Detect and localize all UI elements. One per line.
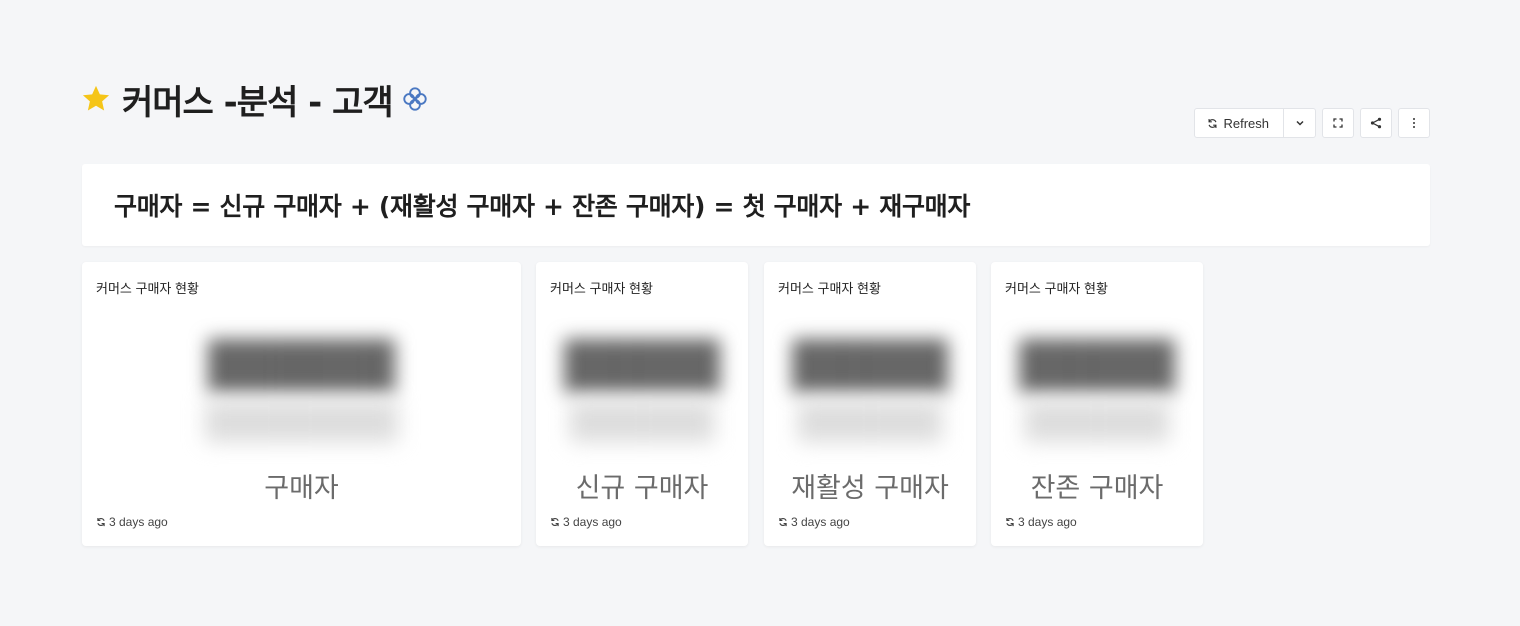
refresh-icon [97, 517, 105, 527]
card-updated: 3 days ago [96, 515, 168, 529]
favorite-star-icon[interactable] [80, 83, 112, 115]
card-title: 커머스 구매자 현황 [1005, 281, 1108, 296]
metric-card-new-buyers[interactable]: 커머스 구매자 현황 █████ ██████ 신규 구매자 3 days ag… [536, 262, 748, 546]
page-title: 커머스 -분석 - 고객 [122, 82, 394, 123]
chevron-down-icon [1295, 120, 1304, 126]
blurred-metric-subvalue: ██████ [1024, 402, 1170, 440]
refresh-button[interactable]: Refresh [1194, 108, 1284, 138]
dashboard-toolbar: Refresh [1194, 108, 1430, 138]
card-title: 커머스 구매자 현황 [96, 281, 199, 296]
formula-banner: 구매자 = 신규 구매자 + (재활성 구매자 + 잔존 구매자) = 첫 구매… [82, 164, 1430, 246]
card-label: 신규 구매자 [575, 473, 709, 504]
refresh-icon [1208, 118, 1217, 128]
blurred-metric-subvalue: ██████ [797, 402, 943, 440]
refresh-icon [551, 517, 559, 527]
card-title: 커머스 구매자 현황 [778, 281, 881, 296]
share-button[interactable] [1360, 108, 1392, 138]
refresh-options-button[interactable] [1284, 108, 1316, 138]
title-row: 커머스 -분석 - 고객 [80, 74, 429, 124]
updated-text: 3 days ago [563, 515, 622, 529]
updated-text: 3 days ago [109, 515, 168, 529]
share-icon [1370, 117, 1382, 129]
updated-text: 3 days ago [791, 515, 850, 529]
card-title: 커머스 구매자 현황 [550, 281, 653, 296]
card-label: 재활성 구매자 [791, 473, 949, 504]
card-label: 잔존 구매자 [1030, 473, 1164, 504]
refresh-label: Refresh [1223, 115, 1269, 131]
refresh-icon [779, 517, 787, 527]
blurred-metric-value: █████ [1019, 340, 1175, 389]
more-options-button[interactable] [1398, 108, 1430, 138]
refresh-icon [1006, 517, 1014, 527]
more-vertical-icon [1413, 118, 1415, 128]
blurred-metric-value: ██████ [207, 340, 396, 389]
refresh-button-group: Refresh [1194, 108, 1316, 138]
metric-card-retained-buyers[interactable]: 커머스 구매자 현황 █████ ██████ 잔존 구매자 3 days ag… [991, 262, 1203, 546]
card-label: 구매자 [264, 473, 339, 504]
blurred-metric-value: █████ [792, 340, 948, 389]
card-updated: 3 days ago [1005, 515, 1077, 529]
blurred-metric-value: █████ [564, 340, 720, 389]
formula-text: 구매자 = 신규 구매자 + (재활성 구매자 + 잔존 구매자) = 첫 구매… [114, 192, 971, 221]
fullscreen-button[interactable] [1322, 108, 1354, 138]
card-updated: 3 days ago [778, 515, 850, 529]
updated-text: 3 days ago [1018, 515, 1077, 529]
blurred-metric-subvalue: ██████ [569, 402, 715, 440]
fullscreen-icon [1333, 118, 1343, 128]
blurred-metric-subvalue: ████████ [205, 402, 398, 440]
dashboard-page: 커머스 -분석 - 고객 Refresh 구매자 = 신규 구매자 + (재활성… [0, 0, 1520, 626]
card-updated: 3 days ago [550, 515, 622, 529]
metric-card-buyers[interactable]: 커머스 구매자 현황 ██████ ████████ 구매자 3 days ag… [82, 262, 521, 546]
metric-card-reactivated-buyers[interactable]: 커머스 구매자 현황 █████ ██████ 재활성 구매자 3 days a… [764, 262, 976, 546]
certified-badge-icon [403, 87, 427, 111]
